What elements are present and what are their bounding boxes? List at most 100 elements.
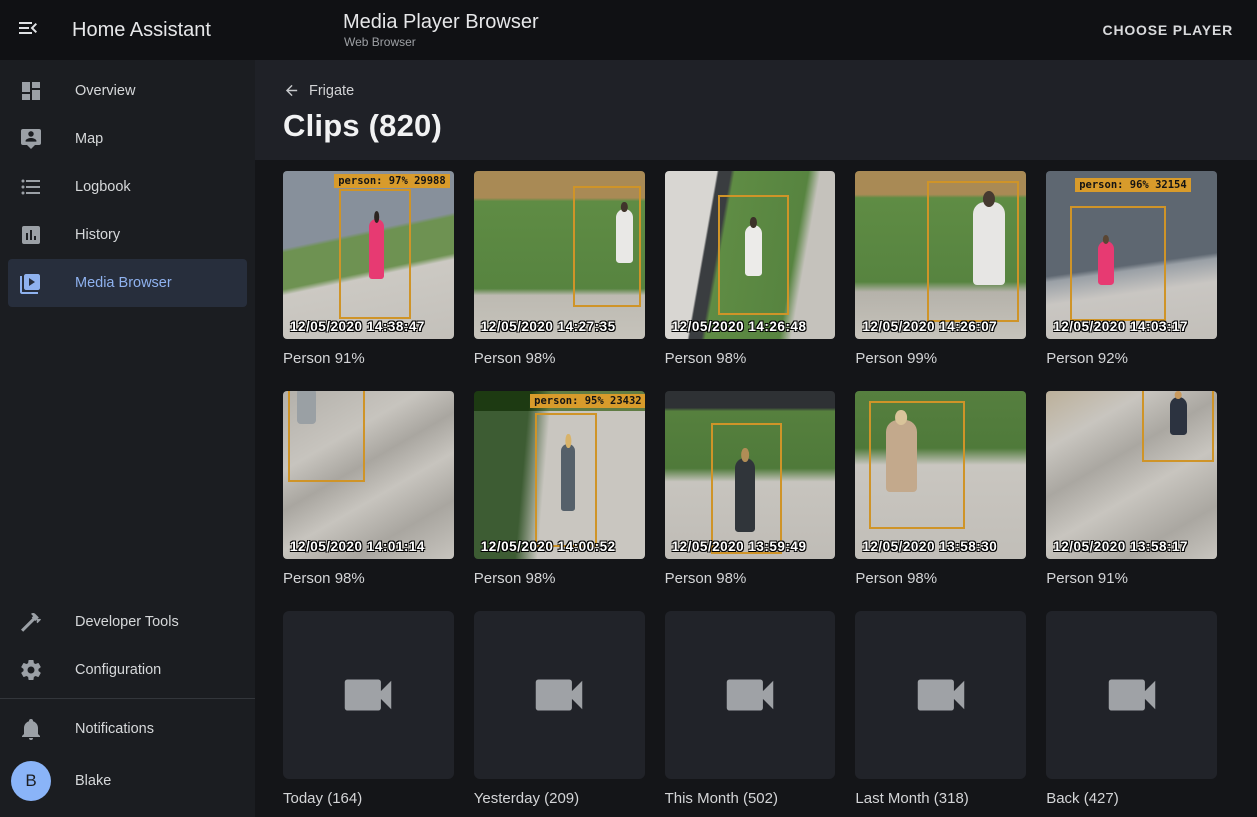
breadcrumb-back[interactable]: Frigate: [283, 82, 354, 99]
sidebar-item-map[interactable]: Map: [8, 115, 247, 163]
detection-bounding-box: [711, 423, 783, 554]
person-figure: [886, 420, 917, 492]
play-box-multiple-icon: [19, 271, 43, 295]
clip-caption: Person 98%: [855, 567, 1026, 590]
hammer-icon: [19, 610, 43, 634]
detection-bounding-box: [339, 189, 411, 318]
sidebar-item-overview[interactable]: Overview: [8, 67, 247, 115]
sidebar-item-label: Map: [75, 131, 103, 147]
person-figure: [735, 458, 755, 532]
view-subtitle: Web Browser: [344, 34, 539, 50]
detection-bounding-box: [927, 181, 1019, 322]
sidebar-item-history[interactable]: History: [8, 211, 247, 259]
clip-thumbnail: person: 97% 29988 12/05/2020 14:38:47: [283, 171, 454, 339]
clip-thumbnail: person: 95% 23432 12/05/2020 14:00:52: [474, 391, 645, 559]
bell-icon: [19, 717, 43, 741]
sidebar-divider: [0, 698, 255, 699]
sidebar-item-media-browser[interactable]: Media Browser: [8, 259, 247, 307]
video-icon: [719, 664, 781, 726]
clip-thumbnail: 12/05/2020 13:59:49: [665, 391, 836, 559]
clip-timestamp: 12/05/2020 14:03:17: [1053, 319, 1188, 334]
media-grid: person: 97% 29988 12/05/2020 14:38:47 Pe…: [283, 171, 1217, 810]
detection-label: person: 95% 23432: [530, 394, 644, 408]
clip-tile[interactable]: person: 95% 23432 12/05/2020 14:00:52 Pe…: [474, 391, 645, 590]
sidebar-toggle-button[interactable]: [4, 6, 52, 54]
video-icon: [528, 664, 590, 726]
avatar: B: [11, 761, 51, 801]
sidebar-user[interactable]: B Blake: [8, 753, 247, 809]
clip-timestamp: 12/05/2020 13:58:17: [1053, 539, 1188, 554]
sidebar-item-label: Overview: [75, 83, 135, 99]
sidebar-item-configuration[interactable]: Configuration: [8, 646, 247, 694]
clip-caption: Person 91%: [283, 347, 454, 370]
video-icon: [337, 664, 399, 726]
folder-tile-yesterday[interactable]: Yesterday (209): [474, 611, 645, 810]
clip-caption: Person 98%: [474, 347, 645, 370]
sidebar-item-label: Media Browser: [75, 275, 172, 291]
clip-tile[interactable]: 12/05/2020 14:26:48 Person 98%: [665, 171, 836, 370]
detection-bounding-box: [1142, 391, 1214, 462]
clip-tile[interactable]: 12/05/2020 13:58:30 Person 98%: [855, 391, 1026, 590]
folder-label: Yesterday (209): [474, 787, 645, 810]
folder-thumbnail: [1046, 611, 1217, 779]
sidebar-item-label: Configuration: [75, 662, 161, 678]
clip-tile[interactable]: person: 97% 29988 12/05/2020 14:38:47 Pe…: [283, 171, 454, 370]
clip-thumbnail: 12/05/2020 13:58:30: [855, 391, 1026, 559]
folder-thumbnail: [665, 611, 836, 779]
app-title: Home Assistant: [72, 19, 211, 42]
clip-caption: Person 98%: [283, 567, 454, 590]
folder-tile-last-month[interactable]: Last Month (318): [855, 611, 1026, 810]
sidebar-item-logbook[interactable]: Logbook: [8, 163, 247, 211]
clip-tile[interactable]: 12/05/2020 14:26:07 Person 99%: [855, 171, 1026, 370]
chart-box-icon: [19, 223, 43, 247]
detection-bounding-box: [288, 391, 365, 482]
sidebar-spacer: [0, 307, 255, 598]
dashboard-icon: [19, 79, 43, 103]
content-header: Frigate Clips (820): [255, 60, 1257, 160]
view-header: Media Player Browser Web Browser CHOOSE …: [255, 0, 1257, 60]
detection-label: person: 97% 29988: [334, 174, 449, 188]
app-header: Home Assistant Media Player Browser Web …: [0, 0, 1257, 60]
clip-caption: Person 98%: [665, 347, 836, 370]
folder-thumbnail: [283, 611, 454, 779]
clip-caption: Person 99%: [855, 347, 1026, 370]
folder-tile-this-month[interactable]: This Month (502): [665, 611, 836, 810]
folder-label: Last Month (318): [855, 787, 1026, 810]
clip-tile[interactable]: person: 96% 32154 12/05/2020 14:03:17 Pe…: [1046, 171, 1217, 370]
clip-timestamp: 12/05/2020 13:58:30: [862, 539, 997, 554]
folder-label: Today (164): [283, 787, 454, 810]
clip-thumbnail: 12/05/2020 14:01:14: [283, 391, 454, 559]
detection-bounding-box: [573, 186, 641, 307]
clip-timestamp: 12/05/2020 14:01:14: [290, 539, 425, 554]
clip-tile[interactable]: 12/05/2020 14:27:35 Person 98%: [474, 171, 645, 370]
clip-tile[interactable]: 12/05/2020 14:01:14 Person 98%: [283, 391, 454, 590]
detection-label: person: 96% 32154: [1075, 178, 1190, 192]
folder-thumbnail: [855, 611, 1026, 779]
detection-bounding-box: [869, 401, 965, 529]
clip-thumbnail: 12/05/2020 13:58:17: [1046, 391, 1217, 559]
folder-label: This Month (502): [665, 787, 836, 810]
folder-tile-today[interactable]: Today (164): [283, 611, 454, 810]
clip-caption: Person 92%: [1046, 347, 1217, 370]
folder-thumbnail: [474, 611, 645, 779]
gear-icon: [19, 658, 43, 682]
list-bulleted-icon: [19, 175, 43, 199]
clip-tile[interactable]: 12/05/2020 13:59:49 Person 98%: [665, 391, 836, 590]
choose-player-button[interactable]: CHOOSE PLAYER: [1095, 14, 1241, 46]
clip-tile[interactable]: 12/05/2020 13:58:17 Person 91%: [1046, 391, 1217, 590]
menu-open-icon: [16, 16, 40, 45]
sidebar-item-developer-tools[interactable]: Developer Tools: [8, 598, 247, 646]
media-grid-area: person: 97% 29988 12/05/2020 14:38:47 Pe…: [255, 160, 1257, 817]
clip-timestamp: 12/05/2020 13:59:49: [672, 539, 807, 554]
breadcrumb-label: Frigate: [309, 83, 354, 99]
person-figure: [561, 444, 575, 512]
person-figure: [745, 225, 761, 276]
clip-caption: Person 98%: [474, 567, 645, 590]
folder-tile-back[interactable]: Back (427): [1046, 611, 1217, 810]
clip-thumbnail: person: 96% 32154 12/05/2020 14:03:17: [1046, 171, 1217, 339]
sidebar-item-notifications[interactable]: Notifications: [8, 705, 247, 753]
clip-timestamp: 12/05/2020 14:00:52: [481, 539, 616, 554]
detection-bounding-box: [1070, 206, 1166, 320]
clip-timestamp: 12/05/2020 14:26:48: [672, 319, 807, 334]
user-name: Blake: [75, 773, 111, 789]
